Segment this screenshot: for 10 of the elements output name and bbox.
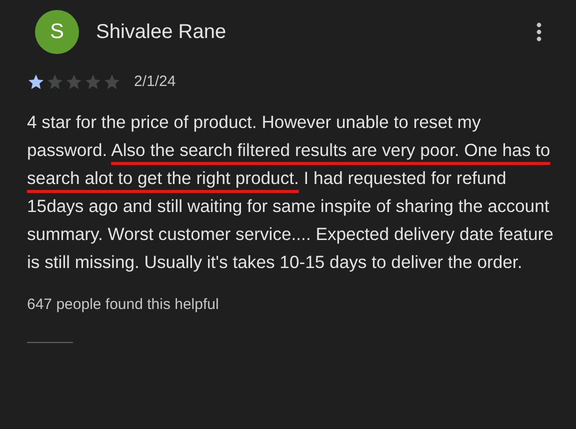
star-icon <box>46 73 64 92</box>
star-icon <box>27 73 45 92</box>
star-icon <box>103 73 121 92</box>
star-icon <box>65 73 83 92</box>
author-name: Shivalee Rane <box>96 20 226 45</box>
review-text: 4 star for the price of product. However unable to reset my password. Also the search filtered results are very poor. One has to search alot to get the right product. I had requested for refund 15days ago and still waiting for same inspite of sharing the account summary. Worst customer service.... Expected delivery date feature is still missing. Usually it's takes 10-15 days to deliver the order. <box>27 110 554 274</box>
review-date: 2/1/24 <box>134 72 176 92</box>
avatar: S <box>35 10 79 54</box>
helpful-count: 647 people found this helpful <box>27 294 220 314</box>
star-icon <box>84 73 102 92</box>
